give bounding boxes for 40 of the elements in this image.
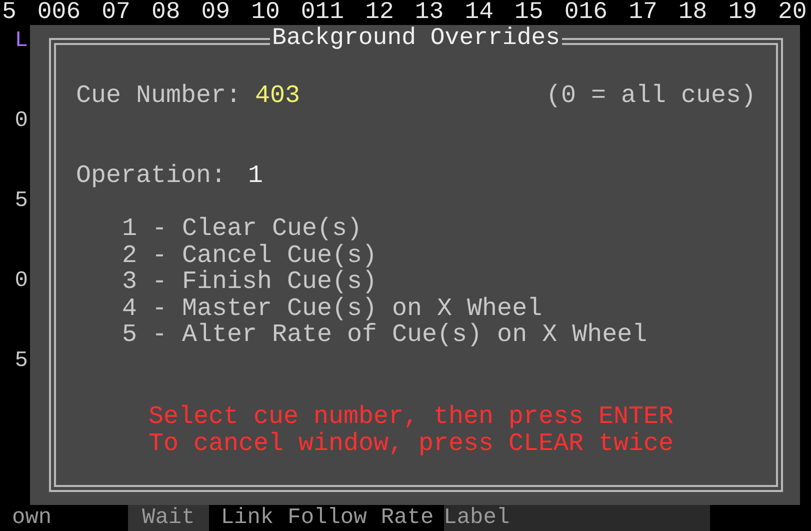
row-label: 0 bbox=[14, 109, 29, 133]
operation-option: 1 - Clear Cue(s) bbox=[122, 216, 776, 242]
operation-label: Operation: bbox=[76, 162, 226, 190]
instruction-text: To cancel window, press CLEAR twice bbox=[148, 430, 674, 456]
cue-number-label: Cue Number: bbox=[76, 82, 242, 110]
row-label: 5 bbox=[14, 189, 29, 213]
operation-option: 5 - Alter Rate of Cue(s) on X Wheel bbox=[122, 322, 776, 348]
column-number: 011 bbox=[300, 0, 344, 25]
column-number: 08 bbox=[151, 0, 180, 25]
column-label: Rate bbox=[380, 505, 434, 531]
column-number: 016 bbox=[564, 0, 608, 25]
column-number: 20 bbox=[778, 0, 807, 25]
row-label: L bbox=[14, 29, 29, 53]
row-label: 5 bbox=[14, 349, 29, 373]
operation-option: 3 - Finish Cue(s) bbox=[122, 269, 776, 296]
column-label: Follow bbox=[288, 505, 367, 531]
column-number: 18 bbox=[678, 0, 708, 25]
operation-option: 4 - Master Cue(s) on X Wheel bbox=[122, 296, 776, 322]
row-label: 0 bbox=[14, 269, 29, 293]
column-number: 09 bbox=[201, 0, 230, 25]
column-label: own bbox=[12, 505, 53, 531]
column-number: 006 bbox=[37, 0, 81, 25]
dialog-title: Background Overrides bbox=[270, 26, 562, 52]
cue-number-value[interactable]: 403 bbox=[255, 82, 300, 110]
column-number: 19 bbox=[728, 0, 757, 25]
column-label: Wait bbox=[128, 505, 209, 531]
operation-value[interactable]: 1 bbox=[248, 162, 264, 190]
column-number: 5 bbox=[2, 0, 16, 25]
instruction-text: Select cue number, then press ENTER bbox=[148, 402, 674, 430]
column-label: Label bbox=[444, 505, 710, 531]
column-number: 17 bbox=[628, 0, 658, 25]
column-number: 07 bbox=[102, 0, 130, 25]
column-number: 15 bbox=[514, 0, 544, 25]
column-label: Link bbox=[220, 505, 274, 531]
column-number: 10 bbox=[251, 0, 280, 25]
column-number: 13 bbox=[414, 0, 444, 25]
column-number: 12 bbox=[365, 0, 394, 25]
cue-hint: (0 = all cues) bbox=[546, 82, 756, 110]
column-number: 14 bbox=[464, 0, 494, 25]
operation-option: 2 - Cancel Cue(s) bbox=[122, 242, 776, 269]
